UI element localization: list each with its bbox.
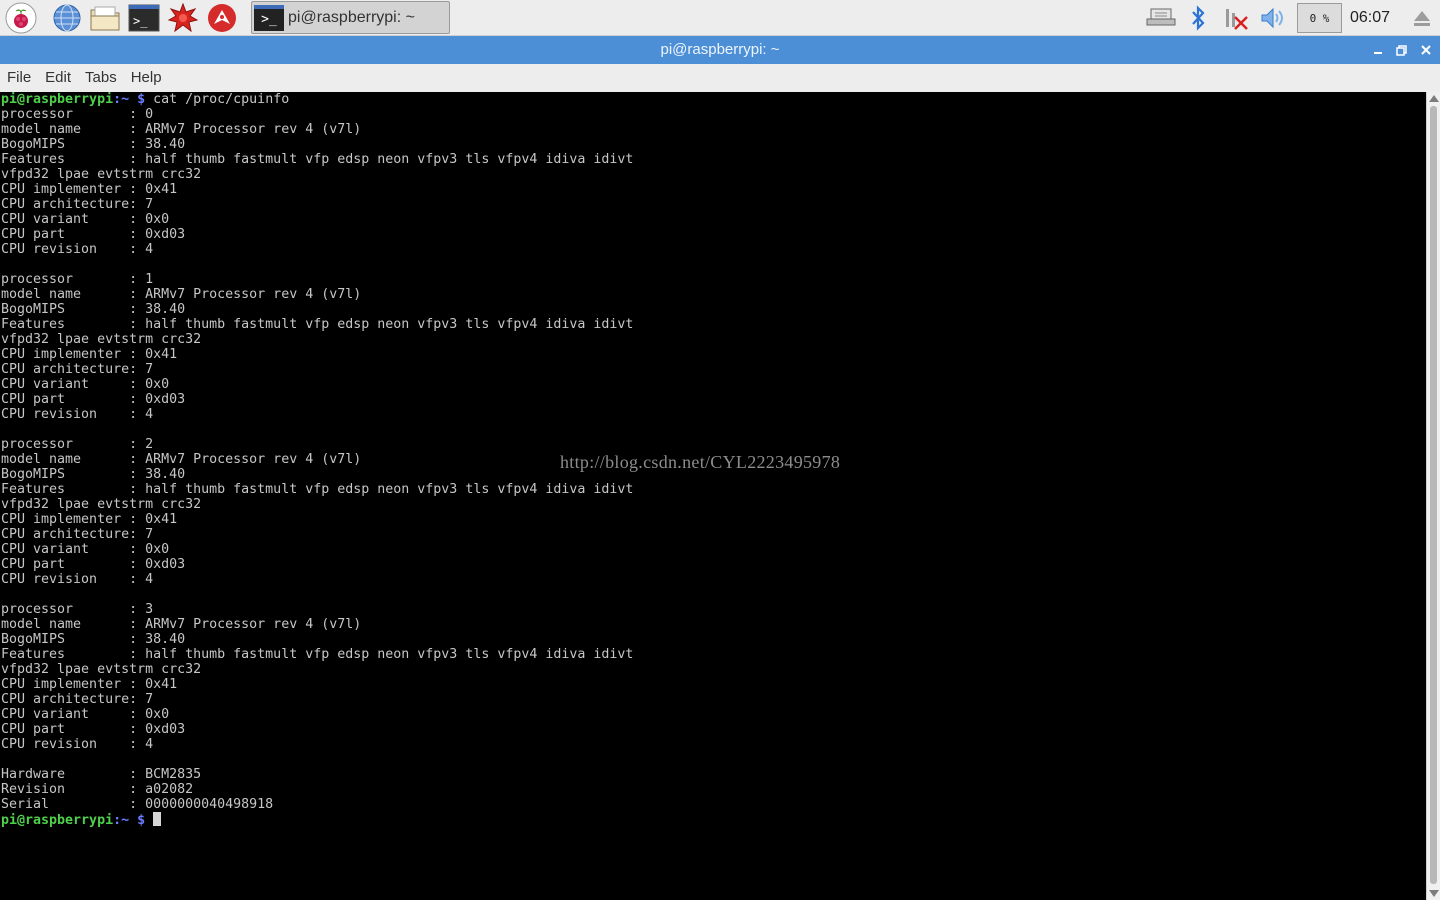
output-line: Hardware : BCM2835 (1, 767, 202, 782)
output-line: CPU variant : 0x0 (1, 542, 170, 557)
menu-tabs[interactable]: Tabs (78, 64, 124, 92)
taskbar-window-button[interactable]: >_ pi@raspberrypi: ~ (251, 1, 450, 34)
output-line: processor : 2 (1, 437, 154, 452)
output-line: processor : 3 (1, 602, 154, 617)
output-line: CPU implementer : 0x41 (1, 512, 178, 527)
output-line: CPU implementer : 0x41 (1, 677, 178, 692)
bluetooth-icon[interactable] (1186, 0, 1210, 36)
volume-icon[interactable] (1258, 0, 1288, 36)
current-prompt-line: pi@raspberrypi:~ $ (1, 812, 633, 828)
cpu-usage-monitor[interactable]: 0 % (1297, 3, 1342, 33)
menu-file[interactable]: File (0, 64, 38, 92)
prompt-path: :~ $ (113, 92, 146, 107)
watermark: http://blog.csdn.net/CYL2223495978 (560, 452, 841, 472)
prompt-user: pi@raspberrypi (1, 92, 114, 107)
output-line: CPU part : 0xd03 (1, 227, 186, 242)
output-line: CPU variant : 0x0 (1, 212, 170, 227)
menu-help[interactable]: Help (124, 64, 169, 92)
output-line: Features : half thumb fastmult vfp edsp … (1, 152, 634, 167)
output-line: CPU architecture: 7 (1, 362, 154, 377)
math-kernel-icon[interactable] (167, 2, 199, 34)
eject-icon[interactable] (1410, 0, 1434, 36)
output-line: BogoMIPS : 38.40 (1, 137, 186, 152)
output-line: CPU variant : 0x0 (1, 707, 170, 722)
cpu-usage-value: 0 % (1309, 11, 1330, 25)
svg-text:>_: >_ (133, 14, 148, 28)
output-line: Serial : 0000000040498918 (1, 797, 274, 812)
command-text: cat /proc/cpuinfo (145, 92, 290, 107)
clock[interactable]: 06:07 (1350, 0, 1390, 36)
raspberry-menu-icon[interactable] (5, 2, 37, 34)
output-line: model name : ARMv7 Processor rev 4 (v7l) (1, 452, 362, 467)
output-line: CPU revision : 4 (1, 242, 154, 257)
scrollbar-thumb[interactable] (1430, 106, 1437, 884)
menubar: File Edit Tabs Help (0, 64, 1440, 92)
taskbar-window-label: pi@raspberrypi: ~ (288, 8, 415, 26)
vertical-scrollbar[interactable] (1426, 92, 1440, 900)
taskbar: >_ >_ pi@raspberrypi: ~ 0 % 06:07 (0, 0, 1440, 36)
wolfram-icon[interactable] (206, 2, 238, 34)
output-line: vfpd32 lpae evtstrm crc32 (1, 497, 202, 512)
output-line: Features : half thumb fastmult vfp edsp … (1, 317, 634, 332)
minimize-button[interactable] (1369, 40, 1387, 60)
output-line: Features : half thumb fastmult vfp edsp … (1, 647, 634, 662)
command-line: pi@raspberrypi:~ $ cat /proc/cpuinfo (1, 92, 633, 107)
network-icon[interactable] (1144, 0, 1178, 36)
terminal-icon: >_ (254, 4, 284, 31)
scroll-down-icon[interactable] (1429, 890, 1439, 897)
maximize-icon (1396, 45, 1407, 56)
output-line: Revision : a02082 (1, 782, 194, 797)
output-line: CPU architecture: 7 (1, 197, 154, 212)
output-line: CPU variant : 0x0 (1, 377, 170, 392)
output-line: vfpd32 lpae evtstrm crc32 (1, 662, 202, 677)
output-line: vfpd32 lpae evtstrm crc32 (1, 332, 202, 347)
output-line: CPU revision : 4 (1, 572, 154, 587)
output-line: CPU implementer : 0x41 (1, 347, 178, 362)
prompt-user: pi@raspberrypi (1, 813, 114, 828)
output-line: model name : ARMv7 Processor rev 4 (v7l) (1, 287, 362, 302)
file-manager-icon[interactable] (89, 2, 121, 34)
web-browser-icon[interactable] (51, 2, 83, 34)
output-line: model name : ARMv7 Processor rev 4 (v7l) (1, 122, 362, 137)
close-icon (1421, 45, 1431, 55)
prompt-path: :~ $ (113, 813, 146, 828)
minimize-icon (1374, 52, 1382, 54)
output-line: CPU implementer : 0x41 (1, 182, 178, 197)
output-line: CPU part : 0xd03 (1, 392, 186, 407)
output-line: processor : 1 (1, 272, 154, 287)
output-line: CPU revision : 4 (1, 737, 154, 752)
menu-edit[interactable]: Edit (38, 64, 78, 92)
output-block: processor : 0 model name : ARMv7 Processo… (1, 107, 633, 812)
wifi-disconnected-icon[interactable] (1222, 0, 1250, 36)
output-line: CPU architecture: 7 (1, 692, 154, 707)
terminal-icon[interactable]: >_ (128, 2, 160, 34)
window-titlebar[interactable]: pi@raspberrypi: ~ (0, 36, 1440, 64)
output-line: BogoMIPS : 38.40 (1, 467, 186, 482)
output-line: vfpd32 lpae evtstrm crc32 (1, 167, 202, 182)
close-button[interactable] (1417, 40, 1435, 60)
window-title: pi@raspberrypi: ~ (660, 41, 780, 58)
output-line: CPU part : 0xd03 (1, 722, 186, 737)
output-line: CPU part : 0xd03 (1, 557, 186, 572)
output-line: CPU revision : 4 (1, 407, 154, 422)
terminal-output[interactable]: pi@raspberrypi:~ $ cat /proc/cpuinfo pro… (0, 92, 1426, 900)
output-line: model name : ARMv7 Processor rev 4 (v7l) (1, 617, 362, 632)
text-cursor (153, 812, 162, 826)
output-line: BogoMIPS : 38.40 (1, 632, 186, 647)
maximize-button[interactable] (1393, 40, 1411, 60)
scroll-up-icon[interactable] (1429, 95, 1439, 102)
output-line: Features : half thumb fastmult vfp edsp … (1, 482, 634, 497)
output-line: BogoMIPS : 38.40 (1, 302, 186, 317)
output-line: processor : 0 (1, 107, 154, 122)
output-line: CPU architecture: 7 (1, 527, 154, 542)
